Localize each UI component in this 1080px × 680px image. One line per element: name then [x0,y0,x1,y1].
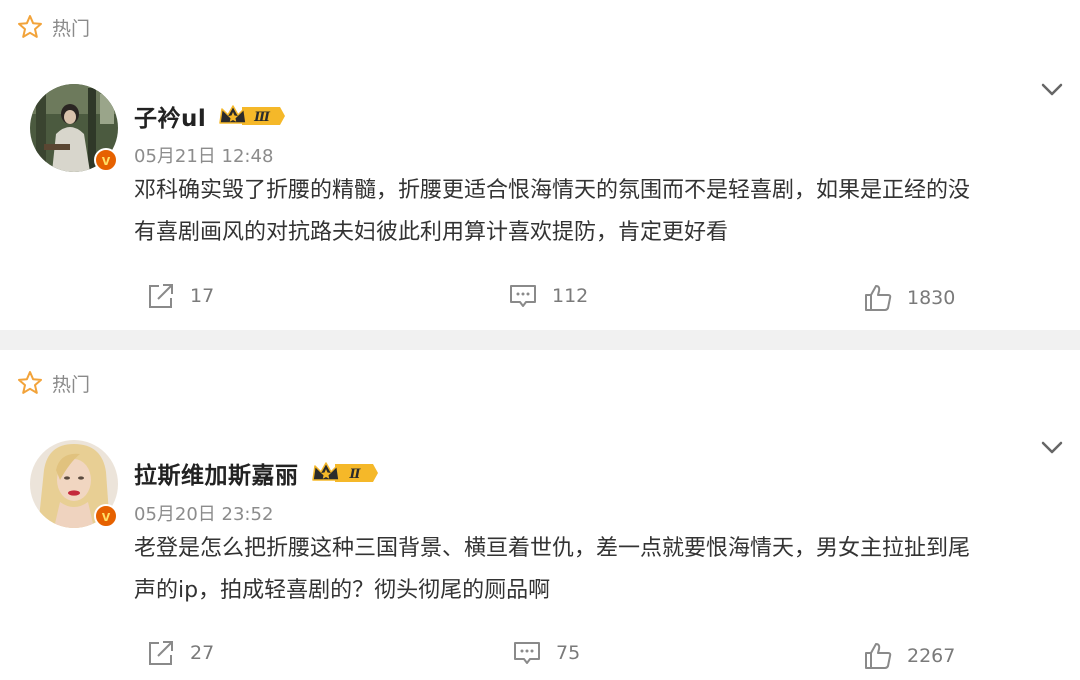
name-row: 拉斯维加斯嘉丽 Ⅱ [134,456,379,490]
share-count: 17 [190,285,215,307]
thumbs-up-icon [865,643,892,669]
comment-text: 老登是怎么把折腰这种三国背景、横亘着世仇，差一点就要恨海情天，男女主拉扯到尾 声… [134,528,1054,612]
vip-crown-badge[interactable]: Ⅲ [218,103,286,129]
avatar[interactable]: v [30,440,118,528]
comment-line: 老登是怎么把折腰这种三国背景、横亘着世仇，差一点就要恨海情天，男女主拉扯到尾 [134,536,971,561]
hot-label: 热门 [52,373,91,396]
share-button[interactable]: 17 [146,281,214,311]
username[interactable]: 拉斯维加斯嘉丽 [134,456,299,490]
like-count: 1830 [907,287,956,309]
like-count: 2267 [907,645,956,667]
share-count: 27 [190,642,215,664]
comment-card: 热门 v 拉斯维加斯嘉丽 Ⅱ 05月20日 23:52 老登是怎么把折腰这种三国… [0,350,1080,680]
name-row: 子衿ul Ⅲ [134,99,286,133]
comment-count: 112 [552,285,589,307]
verified-mark: v [102,508,111,525]
card-separator [0,330,1080,350]
avatar[interactable]: v [30,84,118,172]
share-icon [149,641,173,665]
comment-text: 邓科确实毁了折腰的精髓，折腰更适合恨海情天的氛围而不是轻喜剧，如果是正经的没 有… [134,170,1054,254]
vip-crown-badge[interactable]: Ⅱ [311,460,379,486]
timestamp: 05月20日 23:52 [134,504,274,525]
verified-mark: v [102,152,111,169]
comment-line: 邓科确实毁了折腰的精髓，折腰更适合恨海情天的氛围而不是轻喜剧，如果是正经的没 [134,178,971,203]
hot-tag: 热门 [16,12,90,42]
comment-icon [510,285,536,307]
chevron-down-icon[interactable] [1040,82,1064,98]
comment-button[interactable]: 112 [508,281,588,311]
verified-badge-icon: v [94,504,118,528]
like-button[interactable]: 1830 [863,283,955,313]
vip-level: Ⅲ [253,110,271,125]
comment-icon [514,642,540,664]
star-icon [18,371,42,394]
share-button[interactable]: 27 [146,638,214,668]
thumbs-up-icon [865,285,892,311]
like-button[interactable]: 2267 [863,641,955,671]
vip-level: Ⅱ [348,467,361,482]
comment-count: 75 [556,642,581,664]
comment-line: 声的ip，拍成轻喜剧的？彻头彻尾的厕品啊 [134,578,551,603]
verified-badge-icon: v [94,148,118,172]
share-icon [149,284,173,308]
hot-tag: 热门 [16,368,90,398]
username[interactable]: 子衿ul [134,99,206,133]
timestamp: 05月21日 12:48 [134,146,274,167]
star-icon [18,15,42,38]
chevron-down-icon[interactable] [1040,440,1064,456]
comment-button[interactable]: 75 [512,638,580,668]
hot-label: 热门 [52,17,91,40]
comment-card: 热门 v 子衿ul Ⅲ 05月21日 12:48 邓科确实毁了折腰的精髓，折腰更… [0,0,1080,330]
comment-line: 有喜剧画风的对抗路夫妇彼此利用算计喜欢提防，肯定更好看 [134,220,729,245]
